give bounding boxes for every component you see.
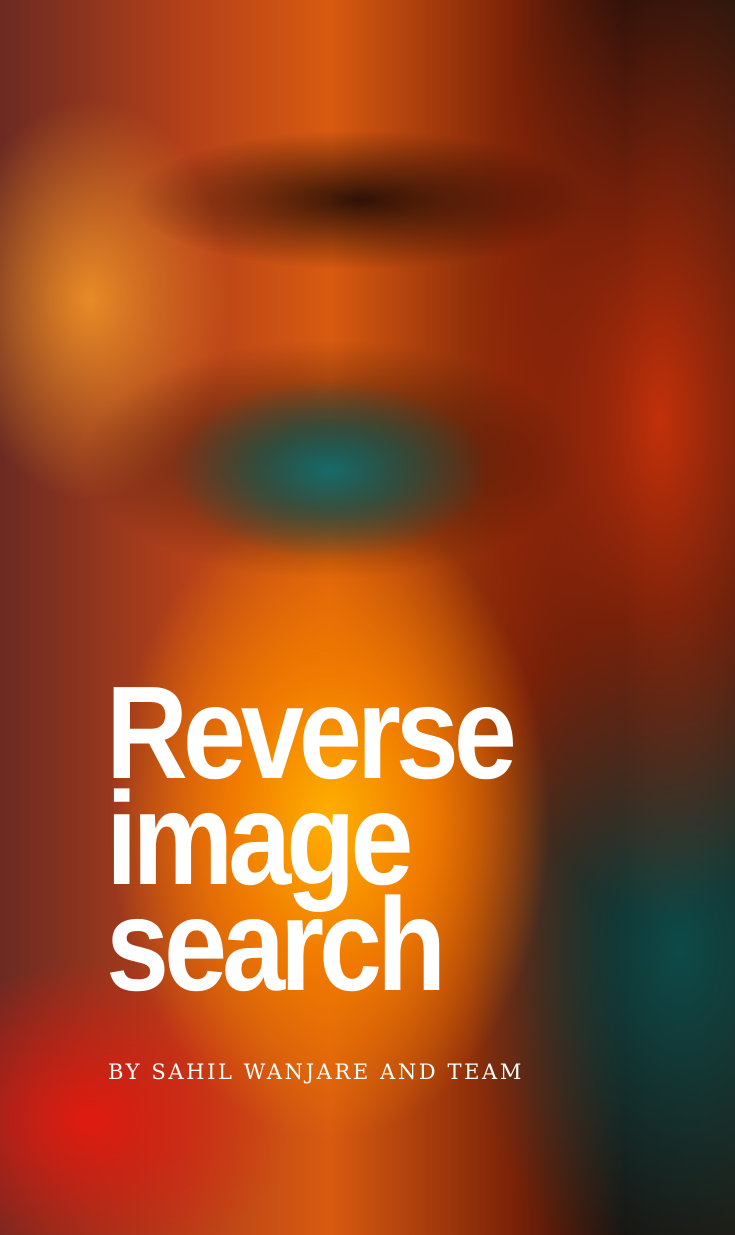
poster-title: Reverse image search (106, 667, 517, 1018)
byline: BY SAHIL WANJARE AND TEAM (108, 1060, 524, 1084)
title-line-3: search (106, 871, 446, 1018)
poster: Reverse image search BY SAHIL WANJARE AN… (0, 0, 735, 1235)
